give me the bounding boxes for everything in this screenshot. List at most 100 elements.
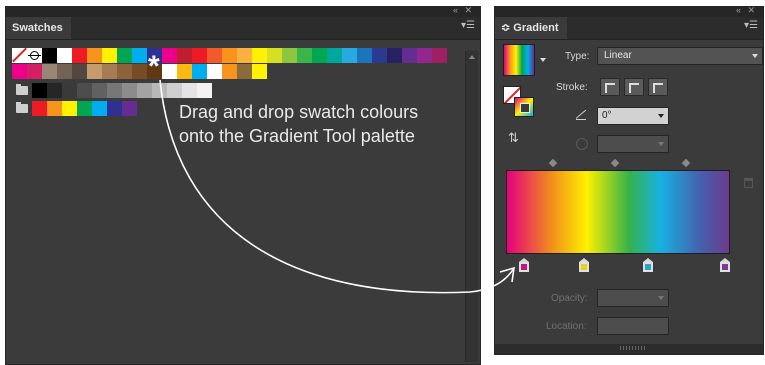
dropdown-arrow-icon	[752, 54, 758, 58]
color-swatch[interactable]	[417, 48, 432, 63]
color-swatch[interactable]	[252, 64, 267, 79]
swatches-panel: « ✕ Swatches ▾☰	[5, 5, 481, 365]
fill-stroke-icon[interactable]	[503, 86, 535, 118]
color-swatch[interactable]	[132, 64, 147, 79]
color-swatch[interactable]	[342, 48, 357, 63]
dropdown-arrow-icon	[658, 142, 664, 146]
color-swatch[interactable]	[182, 83, 197, 98]
scroll-up-arrow-icon[interactable]	[469, 55, 475, 59]
angle-field[interactable]: 0°	[597, 107, 669, 125]
color-swatch[interactable]	[27, 64, 42, 79]
color-swatch[interactable]	[162, 64, 177, 79]
panel-menu-icon[interactable]: ▾☰	[461, 20, 475, 31]
color-swatch[interactable]	[102, 48, 117, 63]
none-swatch-icon[interactable]	[12, 48, 27, 63]
color-swatch[interactable]	[42, 48, 57, 63]
color-swatch[interactable]	[32, 83, 47, 98]
color-swatch[interactable]	[47, 101, 62, 116]
color-swatch[interactable]	[162, 48, 177, 63]
reverse-gradient-icon[interactable]: ⇅	[508, 130, 526, 146]
thumbnail-dropdown-icon[interactable]	[540, 58, 546, 62]
dropdown-arrow-icon	[658, 114, 664, 118]
color-swatch[interactable]	[432, 48, 447, 63]
color-swatch[interactable]	[57, 64, 72, 79]
color-swatch[interactable]	[32, 101, 47, 116]
color-swatch[interactable]	[117, 48, 132, 63]
collapse-close-icons[interactable]: « ✕	[453, 5, 474, 16]
gradient-stop[interactable]	[519, 258, 529, 272]
color-swatch[interactable]	[87, 48, 102, 63]
color-swatch[interactable]	[107, 101, 122, 116]
gradient-stop[interactable]	[579, 258, 589, 272]
color-swatch[interactable]	[192, 48, 207, 63]
stroke-within-button[interactable]	[600, 78, 620, 96]
color-swatch[interactable]	[402, 48, 417, 63]
color-swatch[interactable]	[42, 64, 57, 79]
color-swatch[interactable]	[222, 64, 237, 79]
opacity-label: Opacity:	[551, 293, 588, 304]
color-swatch[interactable]	[77, 83, 92, 98]
color-swatch[interactable]	[92, 83, 107, 98]
color-swatch[interactable]	[312, 48, 327, 63]
gradient-stop[interactable]	[643, 258, 653, 272]
gradient-thumbnail[interactable]	[503, 44, 535, 76]
gradient-slider-bar[interactable]	[506, 170, 730, 254]
color-swatch[interactable]	[327, 48, 342, 63]
color-swatch[interactable]	[167, 83, 182, 98]
gradient-stop[interactable]	[720, 258, 730, 272]
color-swatch[interactable]	[207, 64, 222, 79]
color-swatch[interactable]	[107, 83, 122, 98]
color-swatch[interactable]	[372, 48, 387, 63]
color-swatch[interactable]	[252, 48, 267, 63]
color-swatch[interactable]	[117, 64, 132, 79]
drag-cursor-icon: *	[148, 50, 160, 83]
color-swatch[interactable]	[297, 48, 312, 63]
color-swatch[interactable]	[72, 64, 87, 79]
registration-swatch-icon[interactable]	[27, 48, 42, 63]
color-swatch[interactable]	[12, 64, 27, 79]
panel-header-strip: « ✕	[6, 5, 480, 17]
color-swatch[interactable]	[137, 83, 152, 98]
swatches-scrollbar[interactable]	[465, 51, 478, 362]
color-swatch[interactable]	[237, 48, 252, 63]
color-swatch[interactable]	[122, 101, 137, 116]
panel-header-strip: « ✕	[495, 5, 763, 17]
tab-gradient[interactable]: ≎ Gradient	[495, 17, 567, 39]
color-swatch[interactable]	[102, 64, 117, 79]
swatch-group-folder-icon[interactable]	[16, 102, 28, 113]
swatch-group-folder-icon[interactable]	[16, 84, 28, 95]
color-swatch[interactable]	[207, 48, 222, 63]
color-swatch[interactable]	[222, 48, 237, 63]
color-swatch[interactable]	[62, 83, 77, 98]
type-value: Linear	[604, 50, 632, 61]
color-swatch[interactable]	[57, 48, 72, 63]
color-swatch[interactable]	[72, 48, 87, 63]
type-dropdown[interactable]: Linear	[597, 47, 763, 65]
color-swatch[interactable]	[177, 64, 192, 79]
color-swatch[interactable]	[87, 64, 102, 79]
color-swatch[interactable]	[122, 83, 137, 98]
stroke-across-button[interactable]	[648, 78, 668, 96]
panel-menu-icon[interactable]: ▾☰	[744, 20, 758, 31]
stroke-along-button[interactable]	[624, 78, 644, 96]
color-swatch[interactable]	[47, 83, 62, 98]
color-swatch[interactable]	[132, 48, 147, 63]
color-swatch[interactable]	[197, 83, 212, 98]
resize-grip[interactable]	[620, 346, 646, 350]
color-swatch[interactable]	[282, 48, 297, 63]
color-swatch[interactable]	[62, 101, 77, 116]
color-swatch[interactable]	[77, 101, 92, 116]
opacity-field	[597, 289, 669, 307]
color-swatch[interactable]	[192, 64, 207, 79]
color-swatch[interactable]	[237, 64, 252, 79]
color-swatch[interactable]	[152, 83, 167, 98]
color-swatch[interactable]	[267, 48, 282, 63]
color-swatch[interactable]	[92, 101, 107, 116]
delete-stop-icon	[744, 178, 753, 188]
color-swatch[interactable]	[177, 48, 192, 63]
tab-swatches[interactable]: Swatches	[6, 17, 71, 39]
color-swatch[interactable]	[387, 48, 402, 63]
collapse-close-icons[interactable]: « ✕	[736, 5, 757, 16]
aspect-ratio-icon	[576, 138, 588, 150]
color-swatch[interactable]	[357, 48, 372, 63]
